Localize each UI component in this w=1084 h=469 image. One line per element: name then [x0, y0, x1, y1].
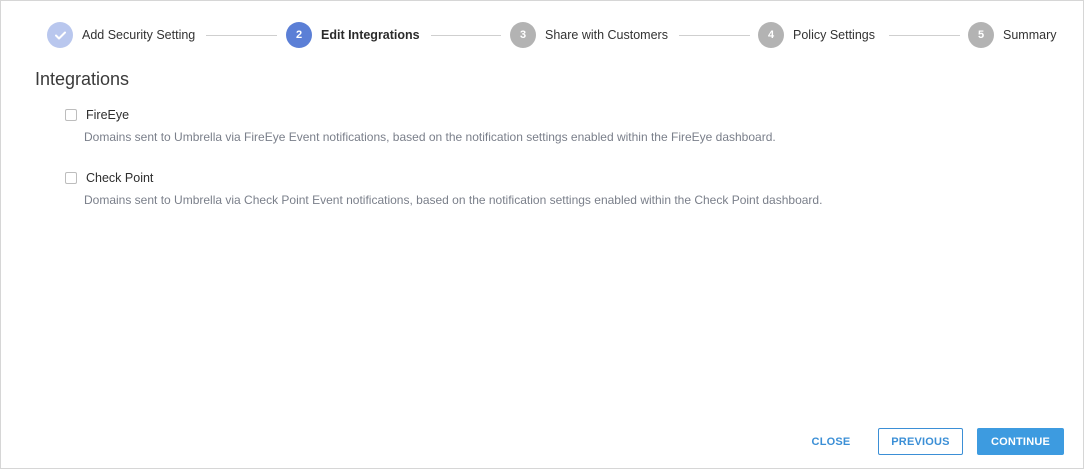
fireeye-checkbox[interactable]	[65, 109, 77, 121]
checkmark-icon	[54, 31, 66, 39]
step-label: Share with Customers	[545, 28, 668, 42]
step-label: Edit Integrations	[321, 28, 420, 42]
check-point-checkbox[interactable]	[65, 172, 77, 184]
step-number: 2	[286, 22, 312, 48]
step-number: 5	[968, 22, 994, 48]
step-label: Summary	[1003, 28, 1057, 42]
step-label: Policy Settings	[793, 28, 875, 42]
step-label: Add Security Setting	[82, 28, 196, 42]
step-policy-settings: 4 Policy Settings	[758, 22, 875, 48]
step-connector	[679, 35, 750, 36]
step-edit-integrations: 2 Edit Integrations	[286, 22, 420, 48]
step-add-security-setting: Add Security Setting	[47, 22, 195, 48]
step-connector	[431, 35, 501, 36]
step-connector	[206, 35, 277, 36]
integration-item-fireeye: FireEye Domains sent to Umbrella via Fir…	[65, 106, 776, 144]
integration-name: Check Point	[86, 171, 154, 185]
step-summary: 5 Summary	[968, 22, 1056, 48]
step-number: 4	[758, 22, 784, 48]
integration-item-check-point: Check Point Domains sent to Umbrella via…	[65, 169, 822, 207]
integration-name: FireEye	[86, 108, 130, 122]
continue-button[interactable]: CONTINUE	[977, 428, 1064, 455]
step-completed-indicator	[47, 22, 73, 48]
integration-description: Domains sent to Umbrella via Check Point…	[84, 193, 823, 207]
integration-description: Domains sent to Umbrella via FireEye Eve…	[84, 130, 776, 144]
step-connector	[889, 35, 960, 36]
step-number: 3	[510, 22, 536, 48]
page-title: Integrations	[35, 69, 130, 89]
step-share-with-customers: 3 Share with Customers	[510, 22, 668, 48]
wizard-dialog: Add Security Setting 2 Edit Integrations…	[0, 0, 1084, 469]
previous-button[interactable]: PREVIOUS	[878, 428, 963, 455]
close-button[interactable]: CLOSE	[798, 428, 864, 455]
